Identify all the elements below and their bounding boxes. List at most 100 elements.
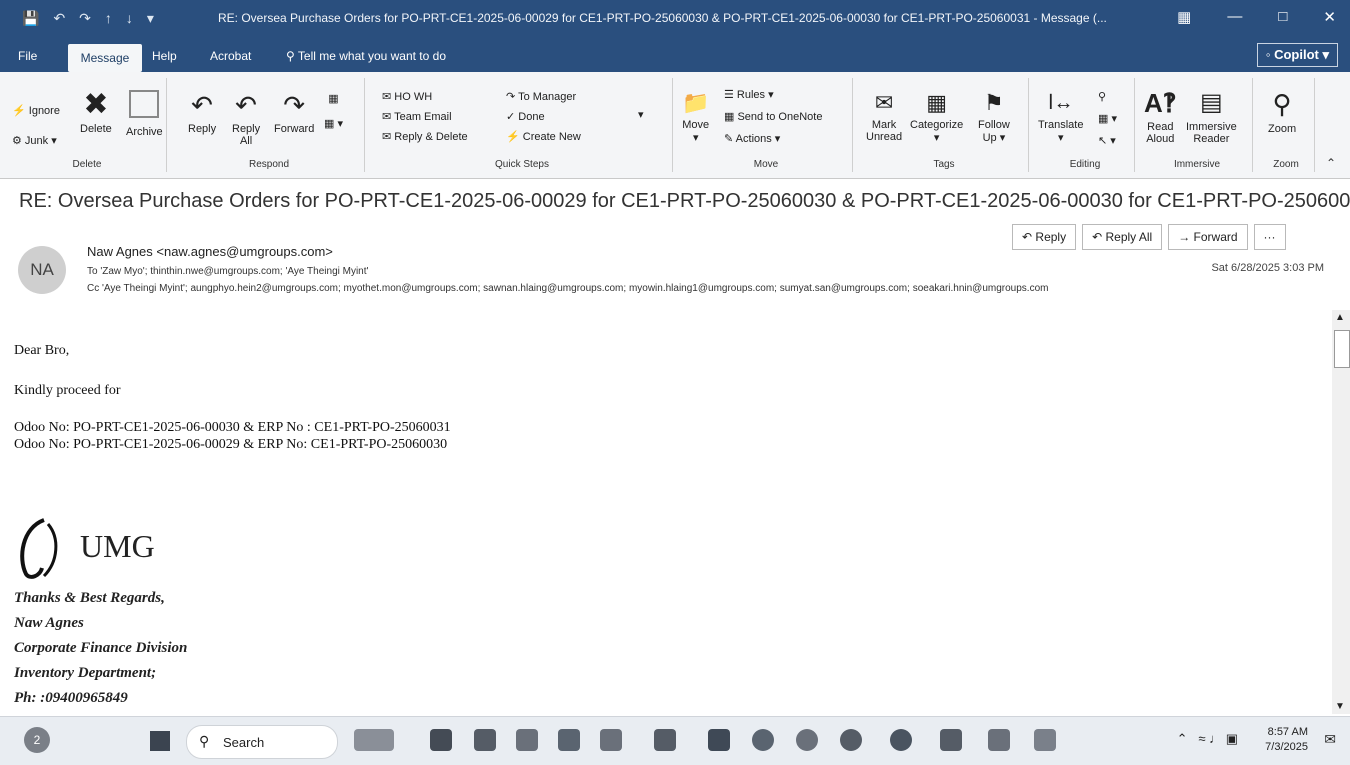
chrome-icon[interactable] [796, 729, 818, 751]
app-icon[interactable] [840, 729, 862, 751]
delete-group: ⚡ Ignore ⚙ Junk ▾ ✖ Delete Archive Delete [8, 78, 167, 172]
app-icon[interactable] [600, 729, 622, 751]
app-icon[interactable] [516, 729, 538, 751]
immersive-reader-button[interactable]: ▤ Immersive Reader [1186, 88, 1237, 145]
editing-group: ا↔ Translate ▾ ⚲ ▦ ▾ ↖ ▾ Editing [1036, 78, 1135, 172]
delete-button[interactable]: ✖ Delete [80, 90, 112, 136]
quickstep-reply-delete[interactable]: ✉ Reply & Delete [382, 130, 468, 143]
save-icon[interactable]: 💾 [22, 10, 39, 27]
quickstep-done[interactable]: ✓ Done [506, 110, 545, 123]
logo-text: UMG [80, 528, 155, 564]
translate-button[interactable]: ا↔ Translate ▾ [1038, 90, 1083, 144]
lightbulb-icon: ⚲ [286, 49, 295, 63]
signature-line: Naw Agnes [14, 615, 84, 631]
redo-icon[interactable]: ↷ [79, 10, 91, 27]
menu-bar: File Message Help Acrobat ⚲ Tell me what… [0, 38, 1350, 72]
ignore-button[interactable]: ⚡ Ignore [12, 104, 60, 117]
notification-center-icon[interactable]: ✉ [1324, 731, 1336, 748]
windows-start-icon[interactable] [150, 731, 170, 751]
cursor-icon[interactable]: ↖ ▾ [1098, 134, 1116, 147]
send-to-onenote-button[interactable]: ▦ Send to OneNote [724, 110, 822, 123]
company-logo: UMG [14, 514, 214, 584]
excel-icon[interactable] [940, 729, 962, 751]
system-tray[interactable]: ⌃ ≈ ♩ ▣ [1177, 731, 1238, 747]
select-icon[interactable]: ▦ ▾ [1098, 112, 1117, 125]
quickstep-to-manager[interactable]: ↷ To Manager [506, 90, 576, 103]
read-aloud-button[interactable]: A‽ Read Aloud [1144, 88, 1177, 145]
notification-badge[interactable]: 2 [24, 727, 50, 753]
more-actions-button[interactable]: ··· [1253, 224, 1286, 250]
archive-button[interactable]: Archive [126, 90, 163, 138]
mark-unread-button[interactable]: ✉ Mark Unread [866, 90, 902, 143]
quickstep-ho-wh[interactable]: ✉ HO WH [382, 90, 432, 103]
quickstep-team-email[interactable]: ✉ Team Email [382, 110, 452, 123]
reply-all-action-button[interactable]: ↶ Reply All [1082, 224, 1163, 250]
taskbar-search[interactable]: ⚲ Search [186, 725, 338, 759]
reply-button[interactable]: ↶ Reply [188, 90, 216, 135]
more-respond-icon[interactable]: ▦ ▦ ▾ [324, 92, 343, 130]
tab-file[interactable]: File [18, 49, 37, 63]
chrome-icon[interactable] [890, 729, 912, 751]
app-icon[interactable] [654, 729, 676, 751]
scroll-down-icon[interactable]: ▼ [1335, 701, 1345, 712]
reply-all-button[interactable]: ↶ Reply All [232, 90, 260, 147]
quick-steps-group: ✉ HO WH ✉ Team Email ✉ Reply & Delete ↷ … [372, 78, 673, 172]
junk-button[interactable]: ⚙ Junk ▾ [12, 134, 57, 147]
more-icon[interactable]: ▾ [147, 10, 154, 27]
quick-steps-expand-icon[interactable]: ▾ [638, 108, 644, 121]
find-icon[interactable]: ⚲ [1098, 90, 1106, 103]
zoom-button[interactable]: ⚲ Zoom [1268, 88, 1296, 135]
close-icon[interactable]: ✕ [1323, 8, 1336, 26]
vertical-scrollbar[interactable]: ▲ ▼ [1332, 310, 1350, 714]
body-line: Odoo No: PO-PRT-CE1-2025-06-00029 & ERP … [14, 437, 448, 452]
scroll-thumb[interactable] [1334, 330, 1350, 368]
reply-action-button[interactable]: ↶ Reply [1012, 224, 1077, 250]
teams-icon[interactable] [558, 729, 580, 751]
forward-button[interactable]: ↷ Forward [274, 90, 314, 135]
copilot-button[interactable]: ◦ Copilot ▾ [1256, 43, 1338, 67]
file-explorer-icon[interactable] [430, 729, 452, 751]
scroll-up-icon[interactable]: ▲ [1335, 312, 1345, 323]
tab-message[interactable]: Message [68, 44, 142, 72]
immersive-group: A‽ Read Aloud ▤ Immersive Reader Immersive [1142, 78, 1253, 172]
quickstep-create-new[interactable]: ⚡ Create New [506, 130, 581, 143]
move-button[interactable]: 📁 Move ▾ [682, 90, 709, 144]
categorize-icon: ▦ [926, 90, 947, 115]
reply-icon: ↶ [1022, 230, 1033, 244]
down-icon[interactable]: ↓ [126, 10, 133, 27]
quick-access-toolbar: 💾 ↶ ↷ ↑ ↓ ▾ [22, 10, 154, 27]
title-bar: 💾 ↶ ↷ ↑ ↓ ▾ RE: Oversea Purchase Orders … [0, 0, 1350, 38]
widgets-icon[interactable] [354, 729, 394, 751]
rules-button[interactable]: ☰ Rules ▾ [724, 88, 774, 101]
minimize-icon[interactable]: — [1227, 8, 1242, 26]
signature-line: Thanks & Best Regards, [14, 590, 165, 606]
taskbar: 2 ⚲ Search ⌃ ≈ ♩ ▣ 8:57 AM 7/3/2025 ✉ [0, 716, 1350, 765]
tab-help[interactable]: Help [152, 49, 177, 63]
ribbon: ⚡ Ignore ⚙ Junk ▾ ✖ Delete Archive Delete… [0, 72, 1350, 179]
body-line: Odoo No: PO-PRT-CE1-2025-06-00030 & ERP … [14, 420, 451, 435]
undo-icon[interactable]: ↶ [53, 10, 65, 27]
forward-arrow-icon: → [1178, 230, 1191, 244]
task-view-icon[interactable] [474, 729, 496, 751]
app-icon[interactable] [1034, 729, 1056, 751]
photos-icon[interactable] [988, 729, 1010, 751]
ribbon-display-icon[interactable]: ▦ [1177, 8, 1191, 26]
search-icon: ⚲ [199, 733, 210, 749]
categorize-button[interactable]: ▦ Categorize ▾ [910, 90, 963, 144]
sender[interactable]: Naw Agnes <naw.agnes@umgroups.com> [87, 244, 333, 259]
tell-me-search[interactable]: ⚲ Tell me what you want to do [286, 49, 446, 63]
maximize-icon[interactable]: □ [1278, 8, 1287, 26]
window-title: RE: Oversea Purchase Orders for PO-PRT-C… [218, 11, 1107, 25]
forward-action-button[interactable]: → Forward [1168, 224, 1248, 250]
outlook-icon[interactable] [708, 729, 730, 751]
greeting: Dear Bro, [14, 343, 70, 358]
up-icon[interactable]: ↑ [105, 10, 112, 27]
archive-icon [129, 90, 160, 118]
actions-button[interactable]: ✎ Actions ▾ [724, 132, 780, 145]
signature-line: Corporate Finance Division [14, 640, 188, 656]
clock[interactable]: 8:57 AM 7/3/2025 [1265, 725, 1308, 755]
follow-up-button[interactable]: ⚑ Follow Up ▾ [978, 90, 1010, 144]
collapse-ribbon-icon[interactable]: ⌃ [1326, 156, 1336, 170]
edge-icon[interactable] [752, 729, 774, 751]
tab-acrobat[interactable]: Acrobat [210, 49, 251, 63]
